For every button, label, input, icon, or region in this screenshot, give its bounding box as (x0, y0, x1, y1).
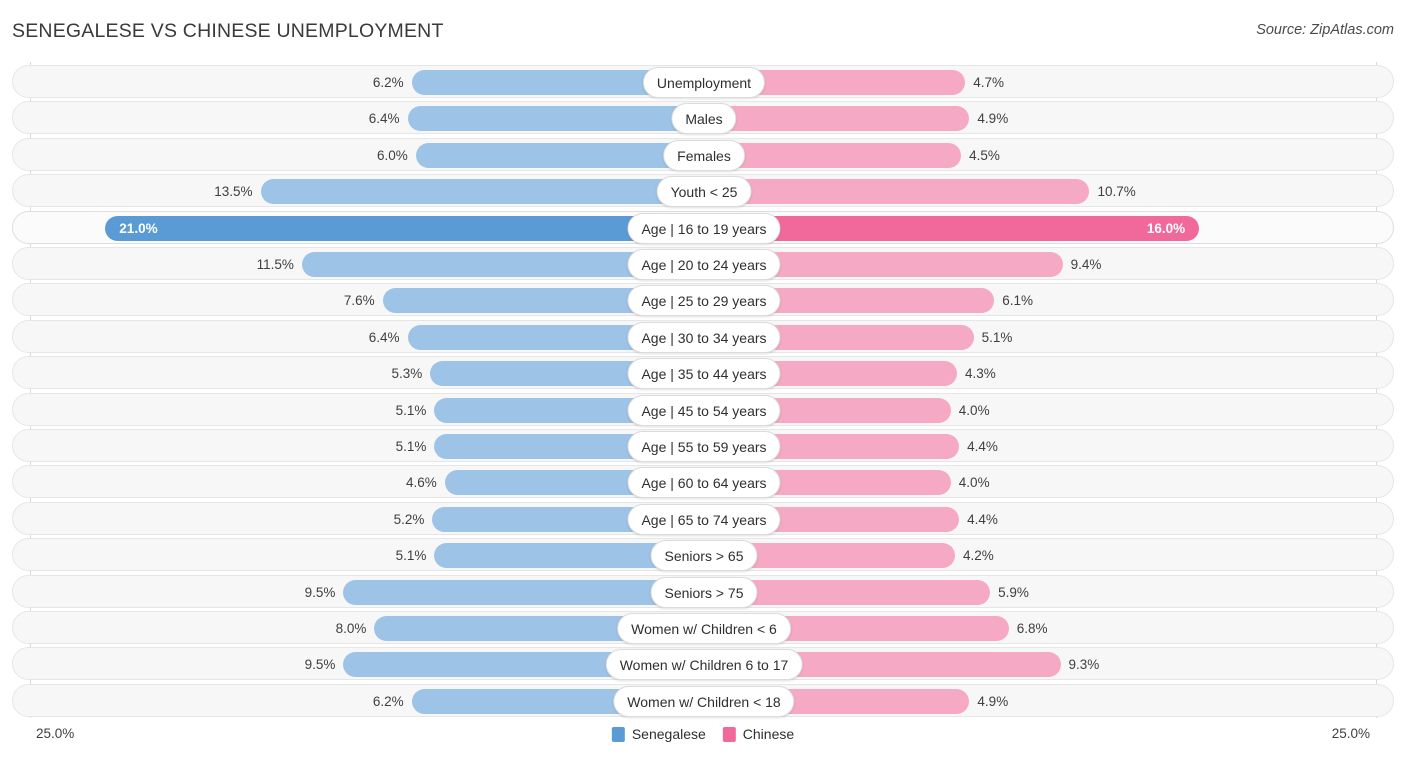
category-pill[interactable]: Women w/ Children 6 to 17 (606, 649, 803, 680)
category-pill[interactable]: Age | 25 to 29 years (627, 285, 780, 316)
chart-row[interactable]: 5.2% 4.4% Age | 65 to 74 years (12, 502, 1394, 535)
value-label-chinese: 4.4% (967, 503, 1057, 536)
value-label-senegalese: 6.4% (310, 102, 400, 135)
value-label-chinese: 6.8% (1017, 612, 1107, 645)
chart-row[interactable]: 8.0% 6.8% Women w/ Children < 6 (12, 611, 1394, 644)
legend-item-chinese[interactable]: Chinese (723, 726, 794, 742)
value-label-senegalese: 9.5% (245, 576, 335, 609)
value-label-senegalese: 6.2% (314, 685, 404, 718)
value-label-senegalese: 5.1% (336, 430, 426, 463)
chart-row[interactable]: 5.1% 4.2% Seniors > 65 (12, 538, 1394, 571)
category-pill[interactable]: Age | 55 to 59 years (627, 431, 780, 462)
chart-row[interactable]: 6.4% 4.9% Males (12, 101, 1394, 134)
value-label-senegalese: 6.4% (310, 321, 400, 354)
legend-label: Senegalese (632, 726, 706, 742)
chart-row[interactable]: 5.1% 4.0% Age | 45 to 54 years (12, 393, 1394, 426)
category-pill[interactable]: Age | 65 to 74 years (627, 504, 780, 535)
value-label-chinese: 4.7% (973, 66, 1063, 99)
value-label-senegalese: 5.1% (336, 394, 426, 427)
chart-row[interactable]: 11.5% 9.4% Age | 20 to 24 years (12, 247, 1394, 280)
value-label-chinese: 16.0% (1095, 212, 1185, 245)
category-pill[interactable]: Age | 20 to 24 years (627, 249, 780, 280)
value-label-chinese: 4.9% (977, 102, 1067, 135)
bar-chinese[interactable] (704, 179, 1089, 204)
category-pill[interactable]: Males (671, 103, 736, 134)
category-pill[interactable]: Age | 60 to 64 years (627, 467, 780, 498)
chart-row[interactable]: 21.0% 16.0% Age | 16 to 19 years (12, 211, 1394, 244)
axis-left-label: 25.0% (36, 726, 74, 741)
category-pill[interactable]: Age | 30 to 34 years (627, 322, 780, 353)
value-label-chinese: 4.5% (969, 139, 1059, 172)
chart-row[interactable]: 6.2% 4.9% Women w/ Children < 18 (12, 684, 1394, 717)
category-pill[interactable]: Age | 16 to 19 years (627, 213, 780, 244)
value-label-chinese: 9.4% (1071, 248, 1161, 281)
value-label-chinese: 4.0% (959, 466, 1049, 499)
bar-chinese[interactable] (704, 106, 969, 131)
value-label-senegalese: 5.2% (334, 503, 424, 536)
category-pill[interactable]: Seniors > 75 (651, 577, 758, 608)
value-label-chinese: 4.0% (959, 394, 1049, 427)
axis-right-label: 25.0% (1332, 726, 1370, 741)
category-pill[interactable]: Seniors > 65 (651, 540, 758, 571)
value-label-chinese: 4.2% (963, 539, 1053, 572)
chart-footer: 25.0% Senegalese Chinese 25.0% (0, 718, 1406, 757)
page-title: SENEGALESE VS CHINESE UNEMPLOYMENT (12, 20, 444, 43)
value-label-senegalese: 21.0% (119, 212, 209, 245)
chart-row[interactable]: 6.2% 4.7% Unemployment (12, 65, 1394, 98)
value-label-senegalese: 5.1% (336, 539, 426, 572)
category-pill[interactable]: Women w/ Children < 18 (613, 686, 794, 717)
chart-row[interactable]: 13.5% 10.7% Youth < 25 (12, 174, 1394, 207)
chart-row[interactable]: 4.6% 4.0% Age | 60 to 64 years (12, 465, 1394, 498)
legend-label: Chinese (743, 726, 794, 742)
category-pill[interactable]: Age | 35 to 44 years (627, 358, 780, 389)
chart-row[interactable]: 5.3% 4.3% Age | 35 to 44 years (12, 356, 1394, 389)
bar-senegalese[interactable] (261, 179, 704, 204)
value-label-senegalese: 11.5% (204, 248, 294, 281)
category-pill[interactable]: Unemployment (643, 67, 765, 98)
legend-swatch-icon (723, 727, 736, 742)
legend-item-senegalese[interactable]: Senegalese (612, 726, 706, 742)
legend-swatch-icon (612, 727, 625, 742)
category-pill[interactable]: Women w/ Children < 6 (617, 613, 791, 644)
category-pill[interactable]: Youth < 25 (657, 176, 752, 207)
value-label-chinese: 4.9% (977, 685, 1067, 718)
value-label-senegalese: 6.0% (318, 139, 408, 172)
value-label-chinese: 5.1% (982, 321, 1072, 354)
chart-legend: Senegalese Chinese (612, 726, 794, 742)
value-label-senegalese: 9.5% (245, 648, 335, 681)
chart-row[interactable]: 5.1% 4.4% Age | 55 to 59 years (12, 429, 1394, 462)
value-label-senegalese: 5.3% (332, 357, 422, 390)
value-label-chinese: 6.1% (1002, 284, 1092, 317)
chart-row[interactable]: 6.0% 4.5% Females (12, 138, 1394, 171)
value-label-chinese: 4.4% (967, 430, 1057, 463)
bar-senegalese[interactable] (416, 143, 704, 168)
value-label-chinese: 5.9% (998, 576, 1088, 609)
value-label-senegalese: 4.6% (347, 466, 437, 499)
source-label: Source: ZipAtlas.com (1256, 22, 1394, 38)
category-pill[interactable]: Females (663, 140, 745, 171)
chart-plot-area: 6.2% 4.7% Unemployment 6.4% 4.9% Males 6.0% 4.5… (12, 62, 1394, 718)
value-label-chinese: 10.7% (1097, 175, 1187, 208)
value-label-senegalese: 7.6% (285, 284, 375, 317)
value-label-chinese: 4.3% (965, 357, 1055, 390)
value-label-chinese: 9.3% (1069, 648, 1159, 681)
chart-row[interactable]: 6.4% 5.1% Age | 30 to 34 years (12, 320, 1394, 353)
chart-row[interactable]: 7.6% 6.1% Age | 25 to 29 years (12, 283, 1394, 316)
value-label-senegalese: 13.5% (163, 175, 253, 208)
chart-page: SENEGALESE VS CHINESE UNEMPLOYMENT Sourc… (0, 0, 1406, 757)
chart-row[interactable]: 9.5% 9.3% Women w/ Children 6 to 17 (12, 647, 1394, 680)
chart-row[interactable]: 9.5% 5.9% Seniors > 75 (12, 575, 1394, 608)
category-pill[interactable]: Age | 45 to 54 years (627, 395, 780, 426)
value-label-senegalese: 8.0% (276, 612, 366, 645)
bar-senegalese[interactable] (408, 106, 704, 131)
value-label-senegalese: 6.2% (314, 66, 404, 99)
